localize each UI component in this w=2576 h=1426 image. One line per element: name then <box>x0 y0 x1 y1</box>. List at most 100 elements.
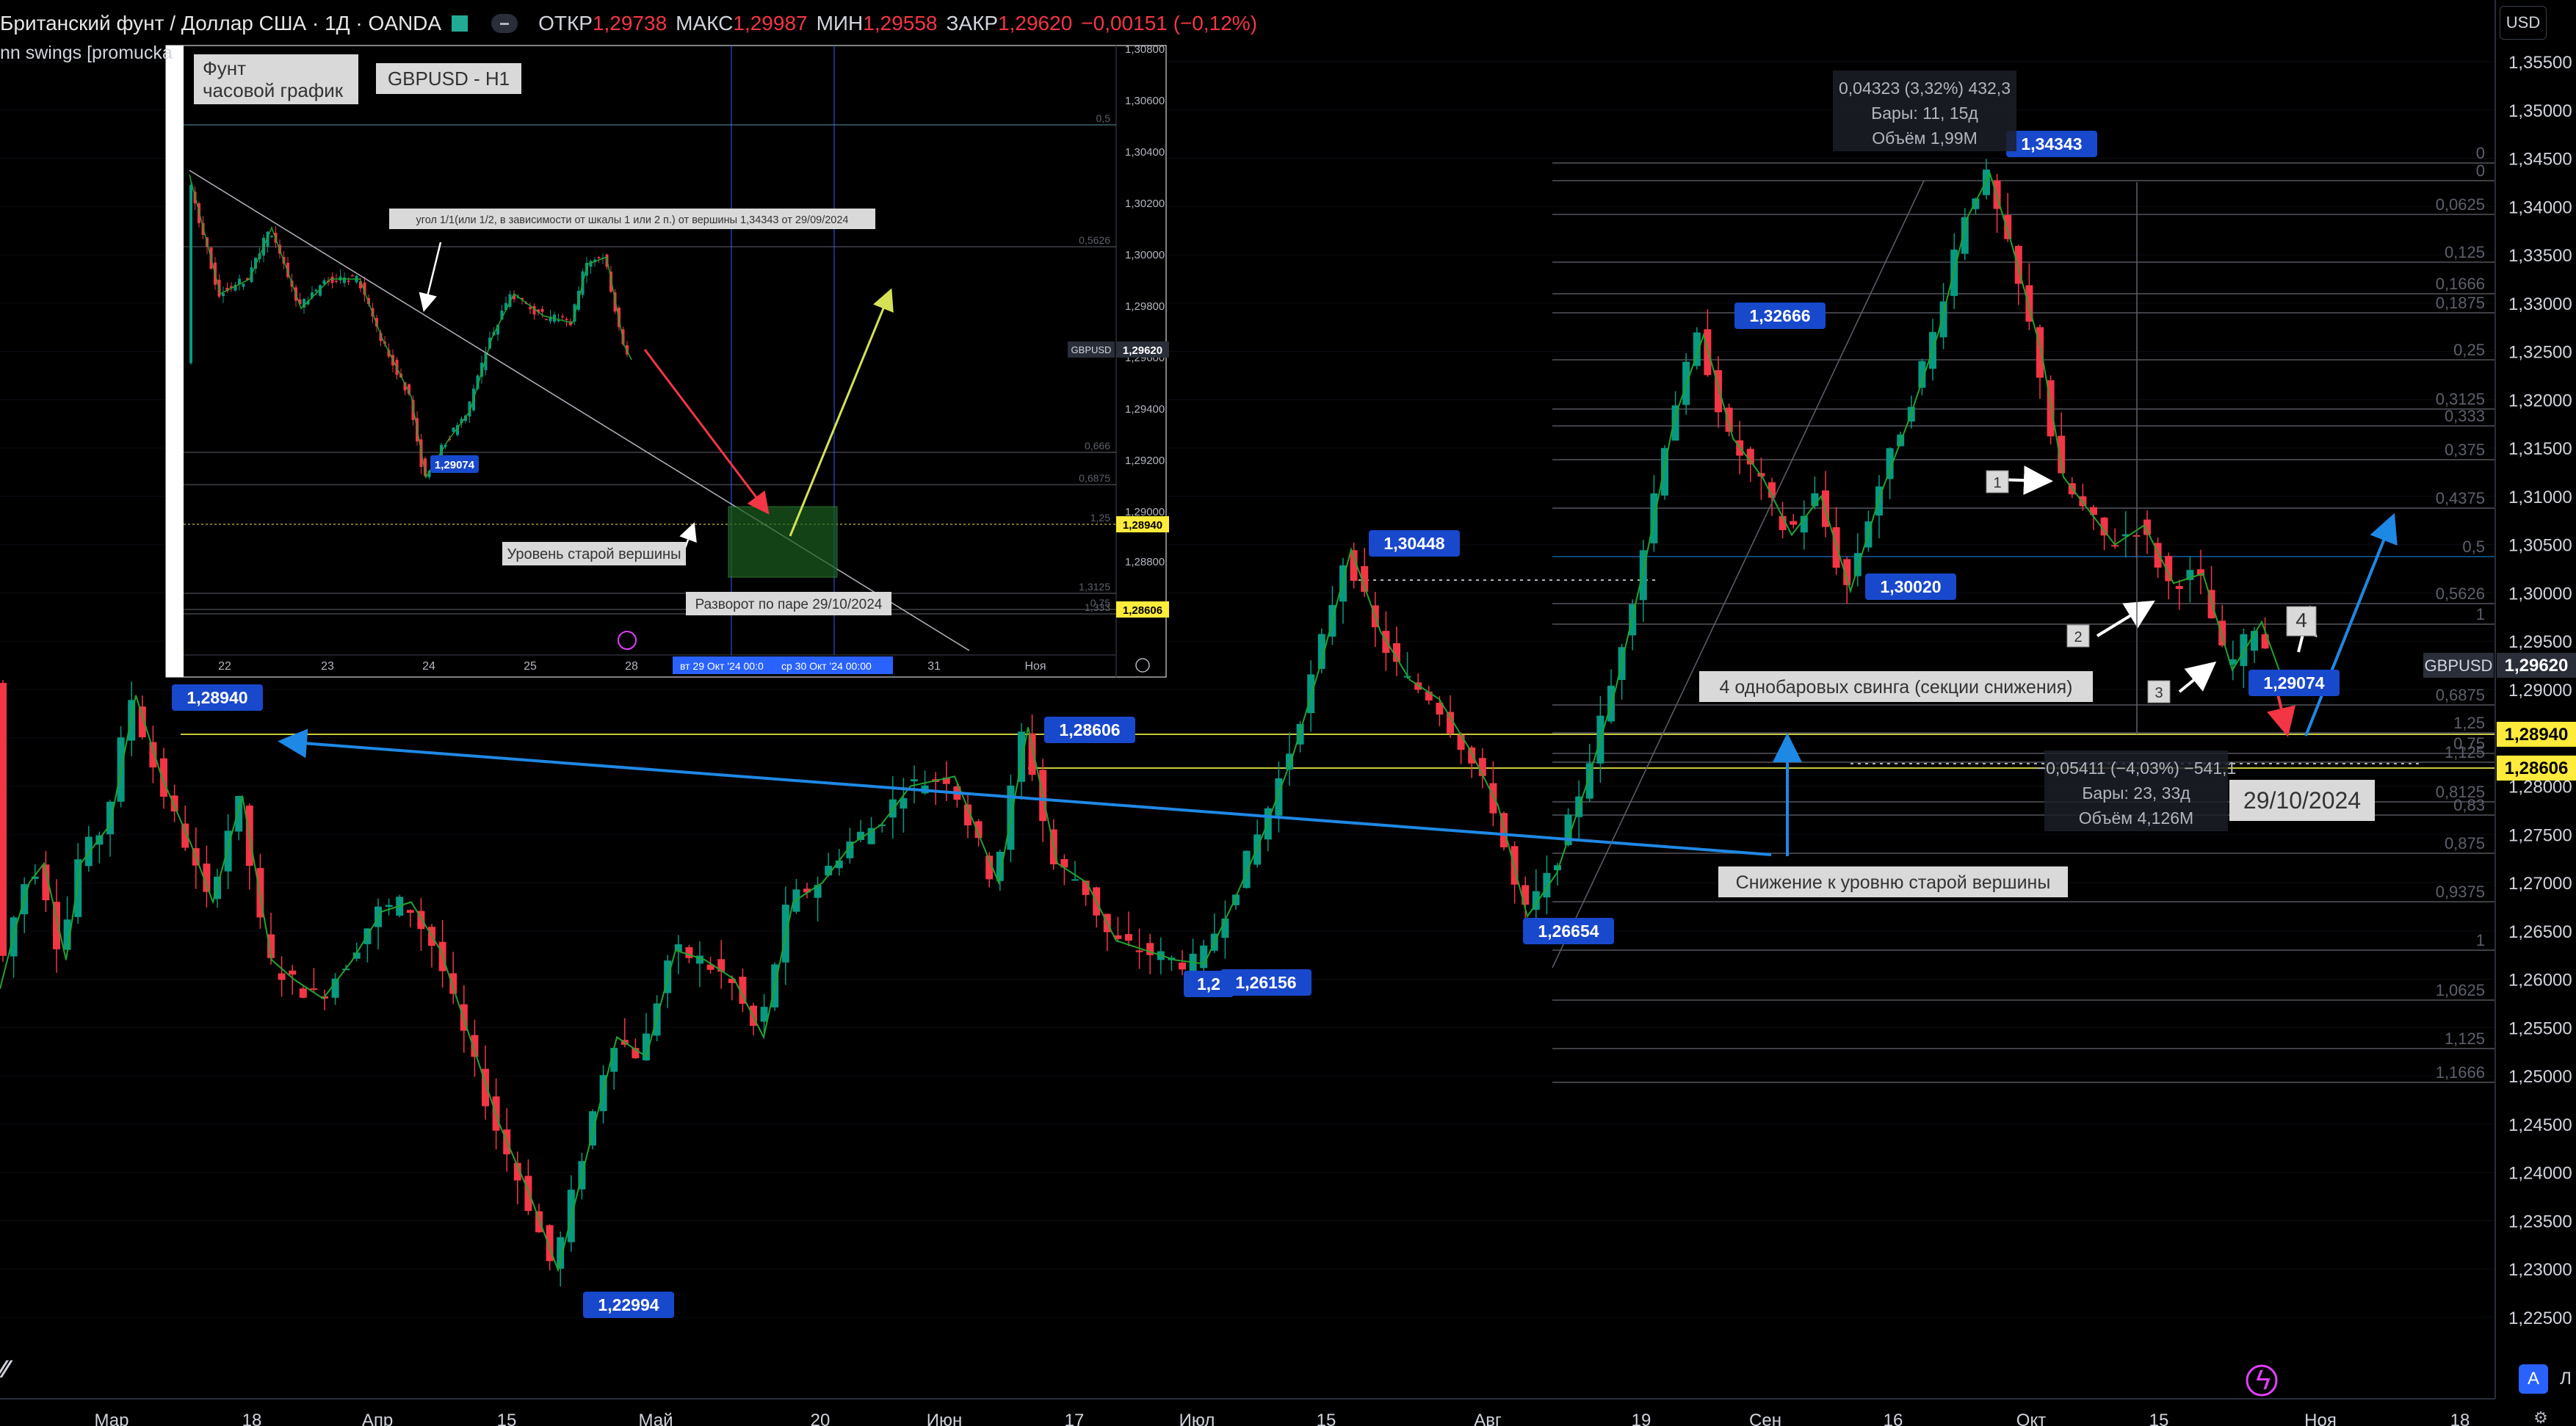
close-value: 1,29620 <box>998 12 1073 35</box>
time-tick-label: 15 <box>2149 1411 2169 1426</box>
candle-body <box>1275 778 1283 816</box>
fib-level-label: 0,0625 <box>2436 195 2485 214</box>
price-label-text: 1,29074 <box>2263 673 2324 692</box>
inset-candle-body <box>561 316 564 318</box>
candle-body <box>535 1211 543 1233</box>
price-label-text: 1,26156 <box>1235 973 1296 992</box>
candle-body <box>1200 945 1208 969</box>
fib-level-label: 0,6875 <box>2436 686 2485 704</box>
candle-body <box>289 970 297 975</box>
inset-price-tick: 1,30800 <box>1125 43 1165 56</box>
inset-time-tick: 22 <box>218 660 231 673</box>
price-tick-label: 1,26000 <box>2508 971 2572 991</box>
fib-level-label: 0 <box>2476 144 2485 162</box>
low-label: МИН <box>816 12 864 35</box>
price-tick-label: 1,33000 <box>2508 294 2572 314</box>
measure-text: Бары: 23, 33д <box>2082 783 2190 803</box>
inset-target-box <box>728 506 838 578</box>
price-tick-label: 1,27000 <box>2508 874 2572 894</box>
inset-candle-body <box>545 319 548 321</box>
time-tick-label: 18 <box>242 1411 262 1426</box>
main-chart[interactable]: 00 0,0625 0,125 0,16660,1875 0,25 0,31250,333… <box>0 0 2576 1426</box>
currency-button[interactable]: USD <box>2500 6 2547 40</box>
decline-note: Снижение к уровню старой вершины <box>1736 872 2051 893</box>
fib-level-label: 0,25 <box>2453 341 2485 359</box>
time-tick-label: 19 <box>1632 1411 1651 1426</box>
candle-body <box>1725 408 1733 432</box>
close-label: ЗАКР <box>946 12 999 35</box>
candle-body <box>449 973 457 994</box>
candle-body <box>1135 950 1143 952</box>
candle-body <box>149 742 157 768</box>
candle-body <box>760 1007 768 1022</box>
time-tick-label: Июл <box>1179 1411 1215 1426</box>
inset-price-tick: 1,29400 <box>1125 403 1165 416</box>
fib-level-label: 0 <box>2476 162 2485 180</box>
symbol-title[interactable]: Британский фунт / Доллар США · 1Д · OAND… <box>0 12 441 35</box>
inset-time-tick: 25 <box>524 660 537 673</box>
time-tick-label: 18 <box>2450 1411 2470 1426</box>
inset-time-highlight-2: ср 30 Окт '24 00:00 <box>781 660 872 672</box>
flash-icon: ϟ <box>2256 1365 2271 1396</box>
inset-symbol-text: GBPUSD - H1 <box>388 68 510 90</box>
candle-body <box>406 910 414 913</box>
candle-body <box>310 988 318 991</box>
symbol-badge-text: GBPUSD <box>2425 656 2493 675</box>
candle-body <box>685 947 693 958</box>
candle-body <box>1242 850 1251 888</box>
price-tick-label: 1,27500 <box>2508 825 2572 845</box>
candle-body <box>2240 634 2248 667</box>
indicator-label[interactable]: nn swings [promucka <box>0 43 173 64</box>
chart-flag-icon[interactable] <box>452 15 468 32</box>
measure-text: Объём 4,126M <box>2079 808 2193 828</box>
tv-logo-icon[interactable]: ⁄⁄ <box>0 1356 8 1384</box>
high-value: 1,29987 <box>733 12 808 35</box>
price-label-text: 1,32666 <box>1749 306 1810 325</box>
candle-body <box>385 905 393 907</box>
inset-price-tick: 1,28800 <box>1125 556 1165 568</box>
price-tick-label: 1,33500 <box>2508 246 2572 266</box>
candle-body <box>84 836 93 866</box>
price-label-text: 1,30448 <box>1383 534 1444 553</box>
price-tick-label: 1,26500 <box>2508 922 2572 942</box>
auto-scale-button[interactable]: A <box>2519 1364 2548 1394</box>
candle-body <box>299 988 307 998</box>
fib-level-label: 1,1666 <box>2436 1063 2485 1082</box>
inset-left-bar <box>166 46 184 677</box>
fib-level-label: 1,125 <box>2445 743 2485 761</box>
fib-level-label: 0,875 <box>2445 834 2485 853</box>
inset-candle-body <box>597 257 601 258</box>
fib-level-label: 1,25 <box>2453 714 2485 732</box>
inset-chart-frame <box>165 45 1167 678</box>
candle-body <box>1853 553 1862 576</box>
inset-fib-tag: 0,666 <box>1085 440 1110 452</box>
inset-time-tick: Ноя <box>1024 660 1046 673</box>
fib-level-label: 0,3125 <box>2436 390 2485 408</box>
price-tick-label: 1,25000 <box>2508 1067 2572 1087</box>
inset-symbol-badge-text: GBPUSD <box>1071 344 1112 355</box>
candle-body <box>1790 521 1798 525</box>
measure-text: Бары: 11, 15д <box>1871 104 1978 123</box>
time-tick-label: Сен <box>1749 1411 1781 1426</box>
price-tick-label: 1,34500 <box>2508 150 2572 170</box>
price-tick-label: 1,25500 <box>2508 1018 2572 1038</box>
time-tick-label: 17 <box>1065 1411 1085 1426</box>
inset-price-badge-value: 1,29620 <box>1123 344 1162 357</box>
inset-candle-body <box>529 307 532 309</box>
open-value: 1,29738 <box>592 12 667 35</box>
inset-candle-body <box>222 293 225 297</box>
eye-toggle-icon[interactable] <box>491 14 518 33</box>
candle-body <box>1457 734 1465 750</box>
fib-level-label: 0,1666 <box>2436 275 2485 293</box>
inset-candle-body <box>351 275 354 277</box>
inset-title-line2: часовой график <box>203 79 344 101</box>
inset-price-badge-value: 1,28606 <box>1123 604 1162 617</box>
inset-angle-note: угол 1/1(или 1/2, в зависимости от шкалы… <box>416 214 849 226</box>
time-tick-label: Окт <box>2016 1411 2046 1426</box>
wave-number: 2 <box>2074 629 2082 645</box>
candle-body <box>1704 329 1712 375</box>
price-tick-label: 1,30000 <box>2508 584 2572 604</box>
price-tick-label: 1,34000 <box>2508 198 2572 217</box>
log-scale-button[interactable]: Л <box>2553 1364 2576 1394</box>
time-tick-label: 20 <box>811 1411 831 1426</box>
